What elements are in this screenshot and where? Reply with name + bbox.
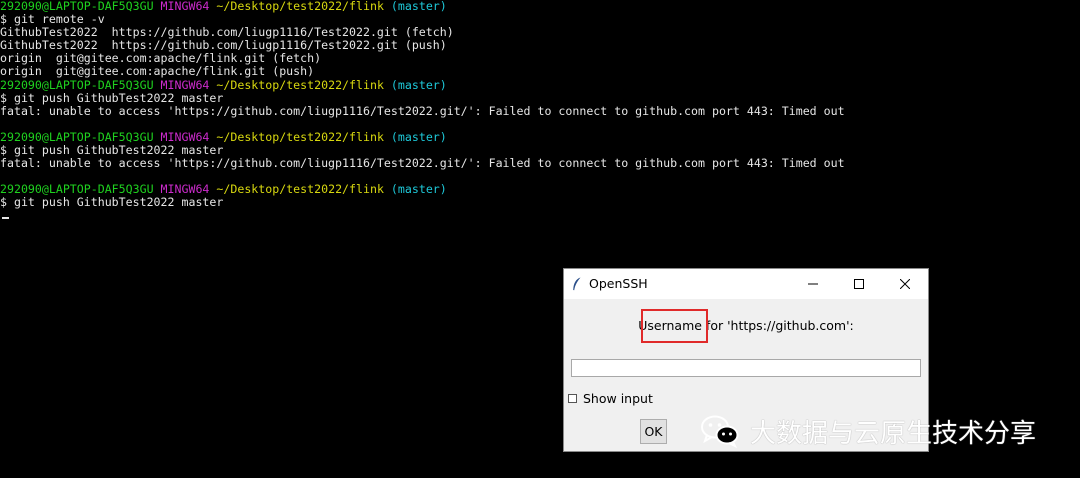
watermark: 大数据与云原生技术分享 [700,410,1036,452]
feather-icon [573,277,581,291]
prompt-line: 292090@LAPTOP-DAF5Q3GU MINGW64 ~/Desktop… [0,0,1080,13]
dialog-titlebar[interactable]: OpenSSH [564,269,928,299]
wechat-icon [701,415,739,448]
prompt-user: 292090@LAPTOP-DAF5Q3GU [0,182,154,197]
prompt-path: ~/Desktop/test2022/flink [216,77,384,92]
maximize-button[interactable] [836,269,882,299]
prompt-user: 292090@LAPTOP-DAF5Q3GU [0,77,154,92]
minimize-icon [808,283,818,285]
prompt-branch: (master) [390,0,447,13]
maximize-icon [854,279,864,289]
show-input-label: Show input [583,391,653,406]
minimize-button[interactable] [790,269,836,299]
highlight-box [641,309,708,343]
prompt-branch: (master) [390,77,447,92]
prompt-shell: MINGW64 [160,0,210,13]
close-icon [900,279,910,289]
close-button[interactable] [882,269,928,299]
prompt-shell: MINGW64 [160,129,210,144]
command-line: $ git push GithubTest2022 master [0,90,224,105]
prompt-line: 292090@LAPTOP-DAF5Q3GU MINGW64 ~/Desktop… [0,77,1080,92]
watermark-text: 大数据与云原生技术分享 [750,418,1037,449]
prompt-user: 292090@LAPTOP-DAF5Q3GU [0,129,154,144]
error-line: fatal: unable to access 'https://github.… [0,103,845,118]
prompt-branch: (master) [390,182,447,197]
prompt-user: 292090@LAPTOP-DAF5Q3GU [0,0,154,13]
username-input[interactable] [571,359,921,377]
username-prompt: Username for 'https://github.com': [638,318,854,333]
terminal-output: 292090@LAPTOP-DAF5Q3GU MINGW64 ~/Desktop… [0,0,1080,210]
dialog-title: OpenSSH [589,276,648,291]
prompt-path: ~/Desktop/test2022/flink [216,129,384,144]
prompt-shell: MINGW64 [160,182,210,197]
show-input-checkbox[interactable] [568,394,577,403]
prompt-path: ~/Desktop/test2022/flink [216,182,384,197]
error-line: fatal: unable to access 'https://github.… [0,156,845,171]
ok-button[interactable]: OK [640,419,667,444]
command-line: $ git push GithubTest2022 master [0,195,224,210]
prompt-path: ~/Desktop/test2022/flink [216,0,384,13]
prompt-shell: MINGW64 [160,77,210,92]
prompt-branch: (master) [390,129,447,144]
terminal-cursor [2,217,9,219]
show-input-row[interactable]: Show input [568,391,653,406]
